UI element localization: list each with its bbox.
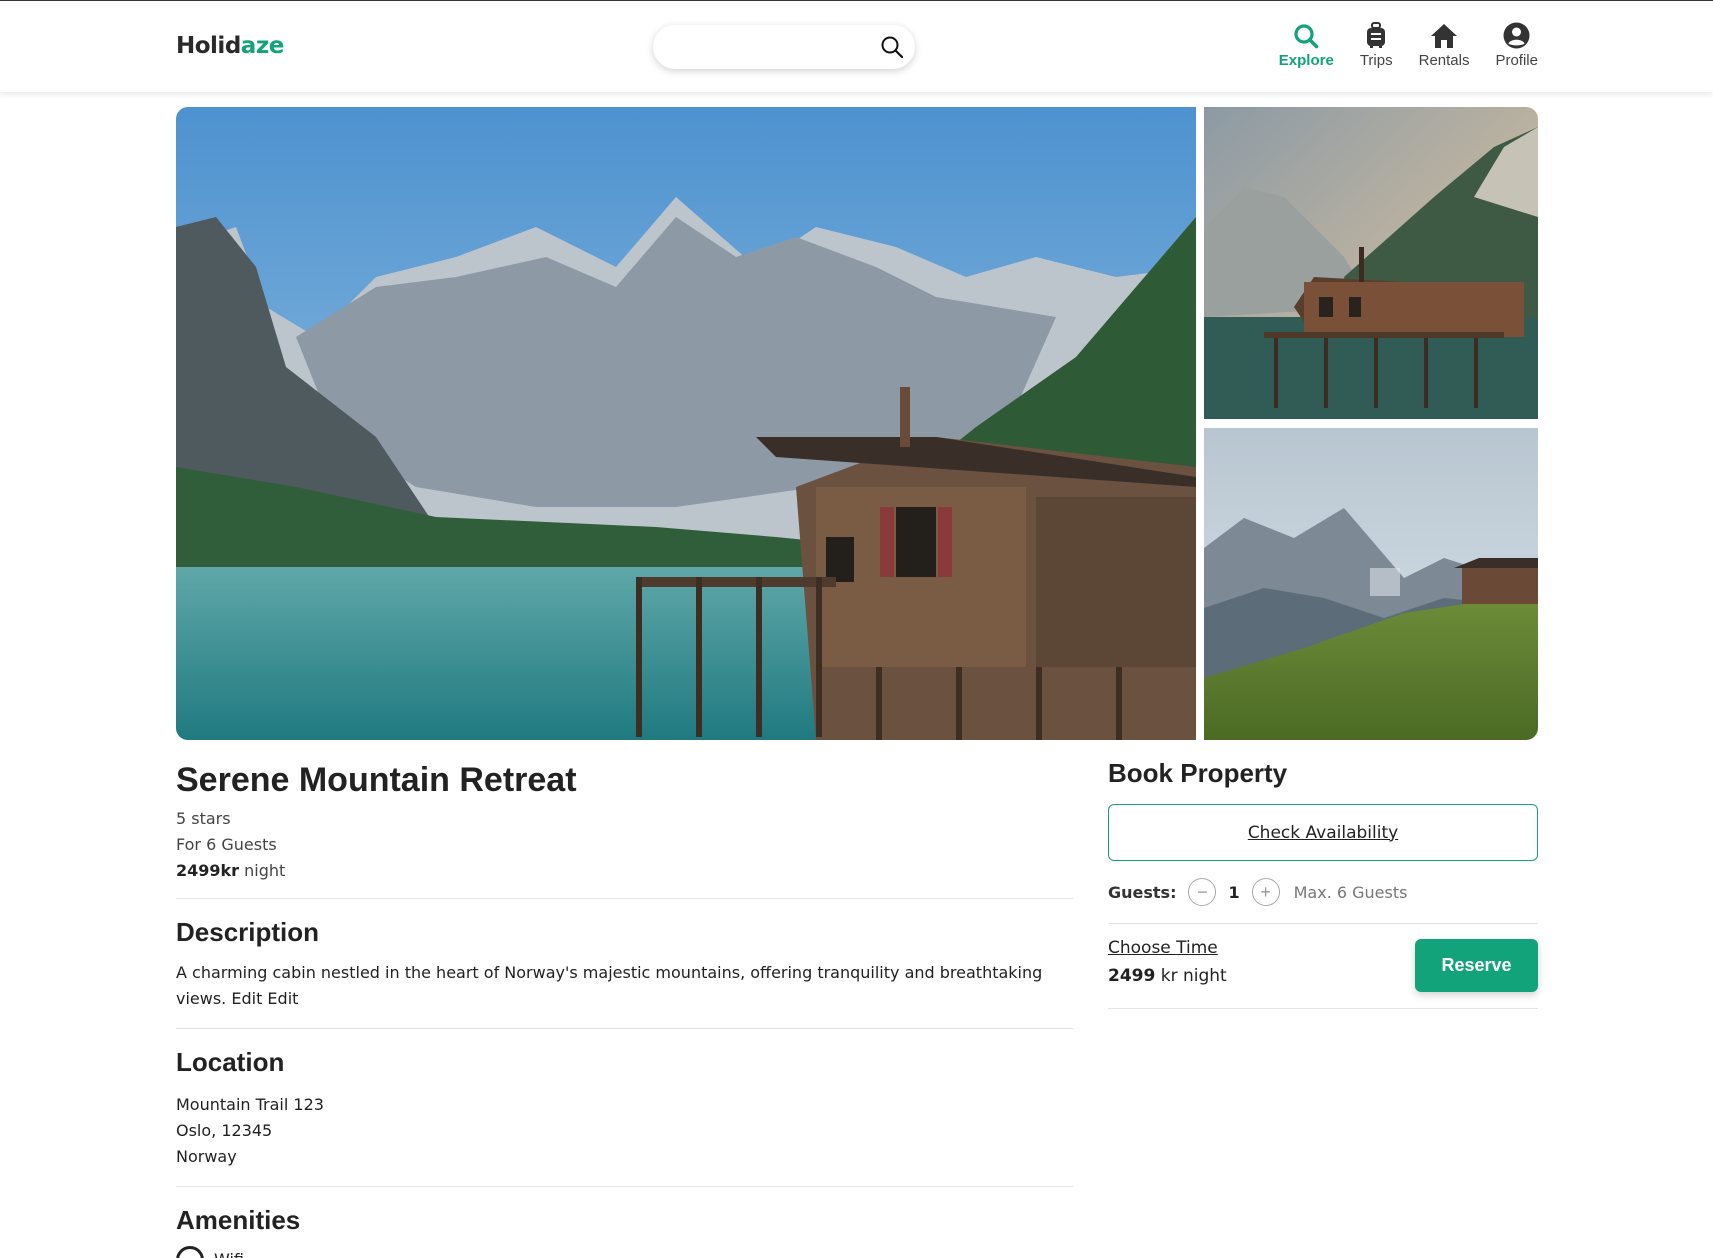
booking-price-amount: 2499 bbox=[1108, 966, 1156, 986]
guests-label: Guests: bbox=[1108, 882, 1177, 902]
booking-panel: Book Property Check Availability Guests:… bbox=[1108, 758, 1538, 1009]
nav-explore-label: Explore bbox=[1278, 52, 1334, 69]
guest-count: 1 bbox=[1228, 882, 1240, 902]
location-heading: Location bbox=[176, 1047, 285, 1077]
nav-trips-label: Trips bbox=[1359, 52, 1393, 69]
divider bbox=[176, 1028, 1073, 1029]
gallery-main-image[interactable] bbox=[176, 107, 1196, 740]
search-icon bbox=[881, 36, 904, 59]
amenities-heading: Amenities bbox=[176, 1205, 301, 1235]
logo[interactable]: Holidaze bbox=[176, 33, 284, 59]
nav-explore[interactable]: Explore bbox=[1279, 21, 1334, 69]
gallery-side-image-1[interactable] bbox=[1204, 107, 1538, 419]
booking-price: 2499 kr night bbox=[1108, 966, 1227, 986]
amenity-item: Wifi bbox=[176, 1246, 1073, 1258]
nav-profile[interactable]: Profile bbox=[1495, 21, 1538, 69]
search-button[interactable] bbox=[877, 32, 907, 62]
max-guests-text: Max. 6 Guests bbox=[1293, 882, 1408, 902]
description-text: A charming cabin nestled in the heart of… bbox=[176, 963, 1043, 1008]
home-icon bbox=[1430, 21, 1458, 49]
main-nav: Explore Trips Rentals Profile bbox=[1253, 21, 1538, 69]
property-rating: 5 stars bbox=[176, 809, 231, 828]
booking-price-unit: kr night bbox=[1155, 966, 1227, 986]
decrease-guests-button[interactable]: − bbox=[1188, 878, 1217, 906]
reserve-button[interactable]: Reserve bbox=[1415, 939, 1538, 992]
gallery-side-image-2[interactable] bbox=[1204, 428, 1538, 740]
top-header: Holidaze Explore Trips Rentals Profile bbox=[0, 0, 1713, 92]
user-circle-icon bbox=[1503, 21, 1531, 49]
luggage-icon bbox=[1362, 21, 1390, 49]
property-guests: For 6 Guests bbox=[176, 835, 277, 854]
amenity-label: Wifi bbox=[214, 1247, 244, 1258]
search-icon bbox=[1292, 21, 1320, 49]
lake-cabin-photo bbox=[176, 107, 1196, 740]
property-price-amount: 2499kr bbox=[176, 861, 240, 880]
property-info: Serene Mountain Retreat 5 stars For 6 Gu… bbox=[176, 758, 1073, 1258]
property-title: Serene Mountain Retreat bbox=[176, 761, 577, 799]
divider bbox=[176, 898, 1073, 899]
search-input[interactable] bbox=[671, 25, 871, 69]
logo-text-accent: aze bbox=[240, 33, 285, 59]
nav-rentals-label: Rentals bbox=[1418, 52, 1470, 69]
check-availability-button[interactable]: Check Availability bbox=[1108, 804, 1538, 861]
guests-row: Guests: − 1 + Max. 6 Guests bbox=[1108, 875, 1538, 909]
logo-text-main: Holid bbox=[176, 33, 241, 59]
search-bar bbox=[653, 25, 915, 69]
nav-profile-label: Profile bbox=[1495, 52, 1538, 69]
property-price: 2499kr night bbox=[176, 858, 1073, 884]
location-address: Mountain Trail 123 bbox=[176, 1095, 324, 1114]
property-price-unit: night bbox=[239, 861, 286, 880]
stilt-cabin-photo bbox=[1204, 107, 1538, 419]
divider bbox=[1108, 1008, 1538, 1009]
reserve-row: Choose Time 2499 kr night Reserve bbox=[1108, 924, 1538, 1008]
location-country: Norway bbox=[176, 1147, 237, 1166]
hillside-cabin-photo bbox=[1204, 428, 1538, 740]
description-heading: Description bbox=[176, 917, 320, 947]
booking-heading: Book Property bbox=[1108, 758, 1288, 788]
choose-time-link[interactable]: Choose Time bbox=[1108, 938, 1218, 958]
increase-guests-button[interactable]: + bbox=[1251, 878, 1280, 906]
nav-trips[interactable]: Trips bbox=[1360, 21, 1393, 69]
divider bbox=[176, 1186, 1073, 1187]
wifi-icon bbox=[176, 1246, 204, 1258]
nav-rentals[interactable]: Rentals bbox=[1418, 21, 1470, 69]
location-city-zip: Oslo, 12345 bbox=[176, 1121, 273, 1140]
